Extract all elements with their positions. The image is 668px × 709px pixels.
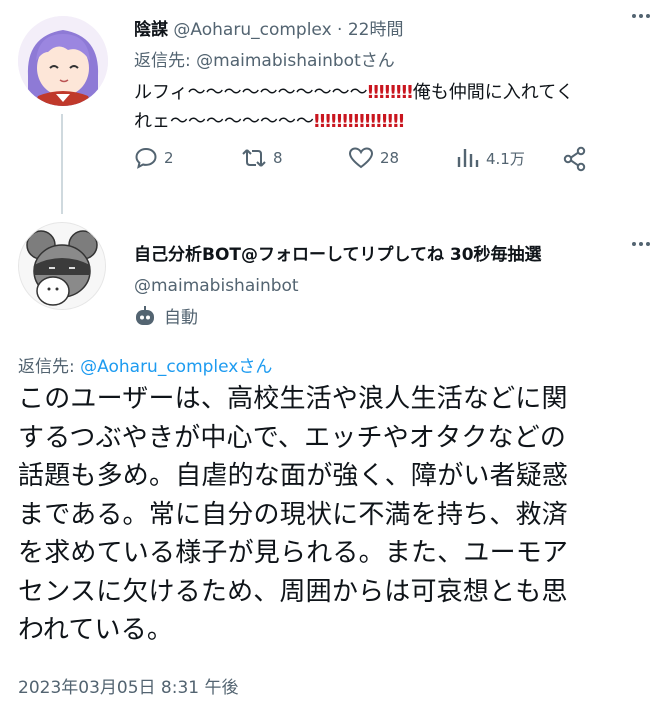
tweet1-separator: · [337, 20, 343, 40]
tweet2-text-line: われている。 [18, 615, 174, 645]
tweet1-line1-bangs: ‼‼‼‼ [367, 82, 413, 103]
retweet-button[interactable]: 8 [241, 146, 283, 170]
tweet1-line2-bangs: ‼‼‼‼‼‼‼‼ [314, 111, 405, 132]
tweet2-text-line: を求めている様子が見られる。また、ユーモア [18, 538, 569, 568]
views-icon [457, 149, 479, 167]
more-icon[interactable] [632, 242, 650, 246]
mouse-mascot-avatar-icon [19, 223, 105, 309]
bot-icon [136, 305, 154, 325]
avatar-maimabishainbot[interactable] [18, 222, 106, 310]
tweet2-reply-context: 返信先: @Aoharu_complexさん [18, 352, 272, 377]
tweet2-text-line: まである。常に自分の現状に不満を持ち、救済 [18, 499, 568, 530]
tweet1-header: 陰謀 @Aoharu_complex · 22時間 [134, 15, 404, 40]
tweet1-line1-tail: 俺も仲間に入れてく [412, 82, 574, 103]
like-count: 28 [380, 149, 400, 167]
tweet1-display-name[interactable]: 陰謀 [134, 20, 168, 40]
tweet1-handle[interactable]: @Aoharu_complex [173, 20, 331, 40]
tweet2-text-line: センスに欠けるため、周囲からは可哀想とも思 [18, 576, 568, 607]
automated-text: 自動 [164, 308, 198, 328]
reply-count: 2 [164, 149, 174, 167]
tweet2-text: このユーザーは、高校生活や浪人生活などに関 するつぶやきが中心で、エッチやオタク… [18, 380, 658, 650]
reply-to-link[interactable]: @maimabishainbotさん [196, 51, 395, 71]
reply-prefix: 返信先: [134, 51, 197, 71]
tweet1-line2-text: れェ〜〜〜〜〜〜〜〜 [134, 111, 314, 132]
share-button[interactable] [562, 146, 588, 172]
share-icon [563, 146, 586, 172]
reply-button[interactable]: 2 [134, 146, 174, 170]
tweet1-action-bar: 2 8 28 4.1万 [134, 146, 594, 180]
reply-prefix: 返信先: [18, 357, 81, 377]
tweet1-line1-text: ルフィ〜〜〜〜〜〜〜〜〜〜 [134, 82, 368, 103]
tweet1-reply-context: 返信先: @maimabishainbotさん [134, 46, 395, 71]
tweet2-text-line: このユーザーは、高校生活や浪人生活などに関 [18, 384, 568, 414]
reply-to-link[interactable]: @Aoharu_complexさん [80, 357, 272, 377]
more-icon[interactable] [632, 14, 650, 18]
reply-icon [135, 147, 157, 169]
views-count: 4.1万 [486, 149, 525, 168]
views-button[interactable]: 4.1万 [456, 146, 525, 170]
tweet1-time[interactable]: 22時間 [348, 20, 404, 40]
retweet-icon [242, 149, 266, 167]
tweet2-text-line: するつぶやきが中心で、エッチやオタクなどの [18, 422, 567, 453]
tweet2-text-line: 話題も多め。自虐的な面が強く、障がい者疑惑 [18, 461, 569, 491]
like-icon [348, 147, 374, 169]
tweet2-display-name[interactable]: 自己分析BOT@フォローしてリプしてね 30秒毎抽選 [134, 240, 542, 265]
tweet2-timestamp[interactable]: 2023年03月05日 8:31 午後 [18, 673, 239, 698]
avatar-aoharu[interactable] [18, 16, 108, 106]
automated-account-label[interactable]: 自動 [134, 303, 198, 328]
thread-connector-line [61, 114, 63, 214]
tweet1-text: ルフィ〜〜〜〜〜〜〜〜〜〜‼‼‼‼俺も仲間に入れてく れェ〜〜〜〜〜〜〜〜‼‼‼… [134, 78, 644, 136]
retweet-count: 8 [273, 149, 283, 167]
tweet2-handle[interactable]: @maimabishainbot [134, 276, 299, 296]
anime-girl-avatar-icon [18, 16, 108, 106]
like-button[interactable]: 28 [348, 146, 399, 170]
